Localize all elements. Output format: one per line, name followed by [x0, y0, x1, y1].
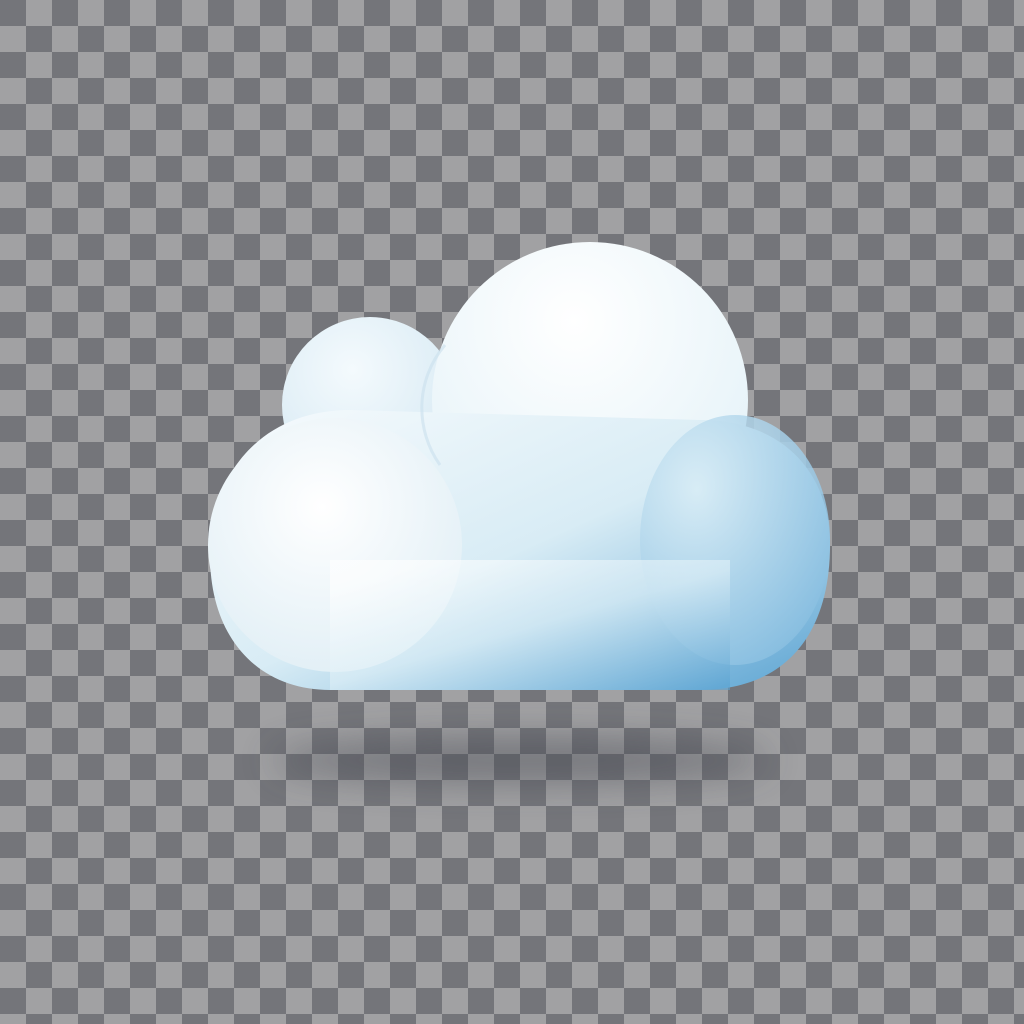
- cloud-shadow: [270, 738, 770, 782]
- cloud-base: [330, 560, 730, 690]
- transparency-checkerboard-background: [0, 0, 1024, 1024]
- cloud-icon: [0, 0, 1024, 1024]
